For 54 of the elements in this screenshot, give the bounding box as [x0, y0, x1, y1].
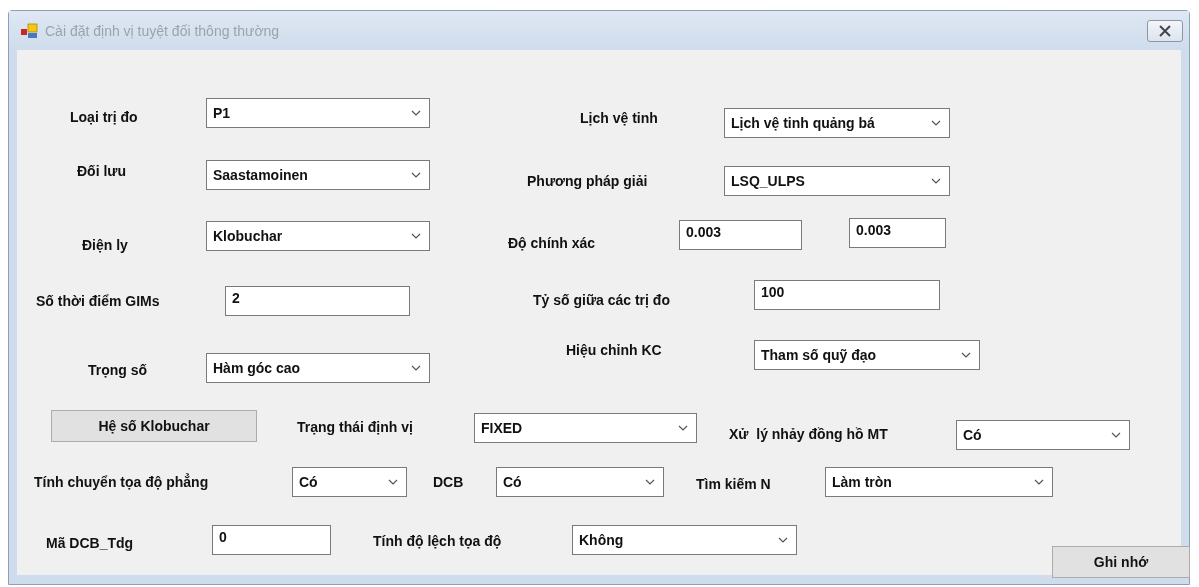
chevron-down-icon: [411, 110, 421, 116]
chevron-down-icon: [961, 352, 971, 358]
field-label: Điện ly: [82, 236, 128, 255]
field-label: Tính độ lệch tọa độ: [373, 532, 502, 551]
chevron-down-icon: [1034, 479, 1044, 485]
dropdown[interactable]: Saastamoinen: [206, 160, 430, 190]
field-label: Tỷ số giữa các trị đo: [533, 291, 670, 310]
chevron-down-icon: [931, 178, 941, 184]
close-icon: [1159, 24, 1171, 37]
field-label: Độ chính xác: [508, 234, 596, 253]
dropdown[interactable]: Có: [956, 420, 1130, 450]
dropdown[interactable]: FIXED: [474, 413, 697, 443]
chevron-down-icon: [388, 479, 398, 485]
field-label: Số thời điểm GIMs: [36, 292, 160, 311]
dropdown[interactable]: Klobuchar: [206, 221, 430, 251]
field-label: Đối lưu: [77, 162, 127, 181]
chevron-down-icon: [411, 365, 421, 371]
field-label: Lịch vệ tinh: [580, 109, 658, 128]
dropdown[interactable]: Tham số quỹ đạo: [754, 340, 980, 370]
field-label: Tìm kiếm N: [696, 475, 771, 494]
field-label: DCB: [433, 473, 464, 492]
input-field[interactable]: 0: [212, 525, 331, 555]
dropdown[interactable]: Lịch vệ tinh quảng bá: [724, 108, 950, 138]
dropdown[interactable]: Không: [572, 525, 797, 555]
field-label: Phương pháp giải: [527, 172, 648, 191]
chevron-down-icon: [411, 233, 421, 239]
window-title: Cài đặt định vị tuyệt đối thông thường: [45, 22, 280, 39]
field-label: Tính chuyển tọa độ phẳng: [34, 472, 209, 492]
chevron-down-icon: [931, 120, 941, 126]
app-icon: [21, 22, 39, 39]
chevron-down-icon: [1111, 432, 1121, 438]
action-button[interactable]: Hệ số Klobuchar: [51, 410, 257, 442]
field-label: Loại trị đo: [70, 108, 138, 127]
chevron-down-icon: [411, 172, 421, 178]
input-field[interactable]: 100: [754, 280, 940, 310]
input-field[interactable]: 0.003: [679, 220, 802, 250]
close-button[interactable]: [1147, 19, 1183, 42]
dropdown[interactable]: LSQ_ULPS: [724, 166, 950, 196]
action-button[interactable]: Ghi nhớ: [1052, 546, 1190, 578]
chevron-down-icon: [678, 425, 688, 431]
chevron-down-icon: [645, 479, 655, 485]
chevron-down-icon: [778, 537, 788, 543]
field-label: Xử lý nhảy đồng hồ MT: [729, 425, 888, 444]
dropdown[interactable]: Làm tròn: [825, 467, 1053, 497]
dropdown[interactable]: Có: [496, 467, 664, 497]
dropdown[interactable]: Hàm góc cao: [206, 353, 430, 383]
dropdown[interactable]: Có: [292, 467, 407, 497]
field-label: Mã DCB_Tdg: [46, 534, 134, 553]
input-field[interactable]: 0.003: [849, 218, 946, 248]
field-label: Trọng số: [88, 361, 148, 380]
dropdown[interactable]: P1: [206, 98, 430, 128]
field-label: Trạng thái định vị: [297, 418, 413, 437]
input-field[interactable]: 2: [225, 286, 410, 316]
field-label: Hiệu chỉnh KC: [566, 341, 662, 360]
